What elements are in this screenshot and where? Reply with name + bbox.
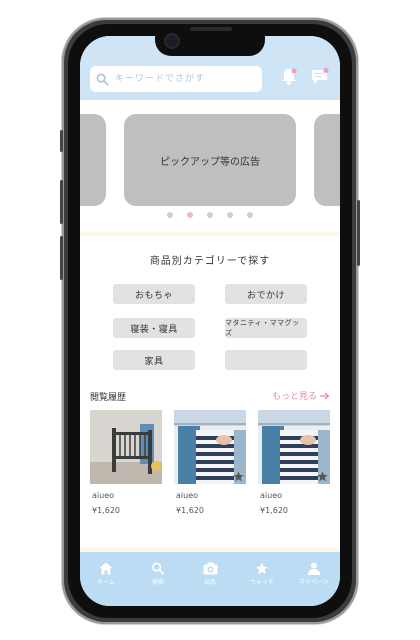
history-title: 閲覧履歴 bbox=[90, 393, 127, 403]
item-name: aiueo bbox=[92, 491, 115, 500]
tab-label: ウォッチ bbox=[249, 579, 274, 586]
carousel-dot-active[interactable] bbox=[187, 212, 193, 218]
category-outing[interactable]: おでかけ bbox=[225, 284, 307, 304]
carousel-dot[interactable] bbox=[167, 212, 173, 218]
front-camera bbox=[166, 35, 178, 47]
carousel-dot[interactable] bbox=[207, 212, 213, 218]
ad-carousel[interactable]: ピックアップ等の広告 bbox=[80, 100, 340, 232]
speaker-grille bbox=[190, 27, 232, 31]
tab-home[interactable]: ホーム bbox=[80, 552, 132, 606]
item-thumbnail-clothes[interactable] bbox=[258, 410, 330, 484]
ad-label: ピックアップ等の広告 bbox=[160, 156, 260, 168]
power-button bbox=[357, 200, 360, 266]
search-bar[interactable] bbox=[90, 66, 262, 92]
tab-sell[interactable]: 出品 bbox=[184, 552, 236, 606]
item-thumbnail-clothes[interactable] bbox=[174, 410, 246, 484]
category-empty[interactable] bbox=[225, 350, 307, 370]
search-input[interactable] bbox=[113, 73, 257, 85]
ad-card-main[interactable]: ピックアップ等の広告 bbox=[124, 114, 296, 206]
star-icon bbox=[316, 470, 328, 481]
app-screen: ピックアップ等の広告 商品別カテゴリーで探す おもちゃ おでかけ 寝装・寝具 マ… bbox=[80, 36, 340, 606]
carousel-dot[interactable] bbox=[247, 212, 253, 218]
bell-icon[interactable] bbox=[280, 67, 298, 87]
mute-switch bbox=[60, 130, 63, 152]
more-link[interactable]: もっと見る bbox=[272, 389, 330, 402]
person-icon bbox=[308, 562, 320, 575]
camera-icon bbox=[203, 562, 217, 575]
history-item[interactable]: aiueo ¥1,620 bbox=[258, 410, 330, 515]
tab-label: 検索 bbox=[151, 579, 164, 586]
volume-up-button bbox=[60, 180, 63, 224]
tab-label: マイページ bbox=[299, 579, 329, 586]
ad-card-next[interactable] bbox=[314, 114, 340, 206]
watch-star-button[interactable] bbox=[316, 470, 328, 482]
ad-card-prev[interactable] bbox=[80, 114, 106, 206]
carousel-dots bbox=[80, 212, 340, 218]
volume-down-button bbox=[60, 236, 63, 280]
star-icon bbox=[232, 470, 244, 481]
tab-search[interactable]: 検索 bbox=[132, 552, 184, 606]
search-icon bbox=[151, 562, 165, 575]
item-thumbnail-crib[interactable] bbox=[90, 410, 162, 484]
tab-label: 出品 bbox=[203, 579, 216, 586]
history-item[interactable]: aiueo ¥1,620 bbox=[174, 410, 246, 515]
item-name: aiueo bbox=[176, 491, 199, 500]
category-furniture[interactable]: 家具 bbox=[113, 350, 195, 370]
category-maternity[interactable]: マタニティ・ママグッズ bbox=[225, 318, 307, 338]
category-toys[interactable]: おもちゃ bbox=[113, 284, 195, 304]
item-name: aiueo bbox=[260, 491, 283, 500]
item-price: ¥1,620 bbox=[92, 506, 120, 515]
tab-watch[interactable]: ウォッチ bbox=[236, 552, 288, 606]
tab-mypage[interactable]: マイページ bbox=[288, 552, 340, 606]
item-price: ¥1,620 bbox=[176, 506, 204, 515]
search-icon bbox=[96, 73, 109, 85]
home-icon bbox=[99, 562, 113, 575]
section-divider bbox=[80, 232, 340, 236]
tab-label: ホーム bbox=[97, 579, 115, 586]
history-item[interactable]: aiueo ¥1,620 bbox=[90, 410, 162, 515]
carousel-dot[interactable] bbox=[227, 212, 233, 218]
item-price: ¥1,620 bbox=[260, 506, 288, 515]
message-icon[interactable] bbox=[310, 67, 330, 87]
arrow-right-icon bbox=[320, 392, 330, 399]
category-bedding[interactable]: 寝装・寝具 bbox=[113, 318, 195, 338]
more-link-label: もっと見る bbox=[271, 392, 317, 402]
watch-star-button[interactable] bbox=[232, 470, 244, 482]
category-section-title: 商品別カテゴリーで探す bbox=[149, 256, 271, 267]
star-icon bbox=[255, 562, 269, 575]
bottom-tab-bar: ホーム 検索 出品 ウォッチ マイページ bbox=[80, 552, 340, 606]
